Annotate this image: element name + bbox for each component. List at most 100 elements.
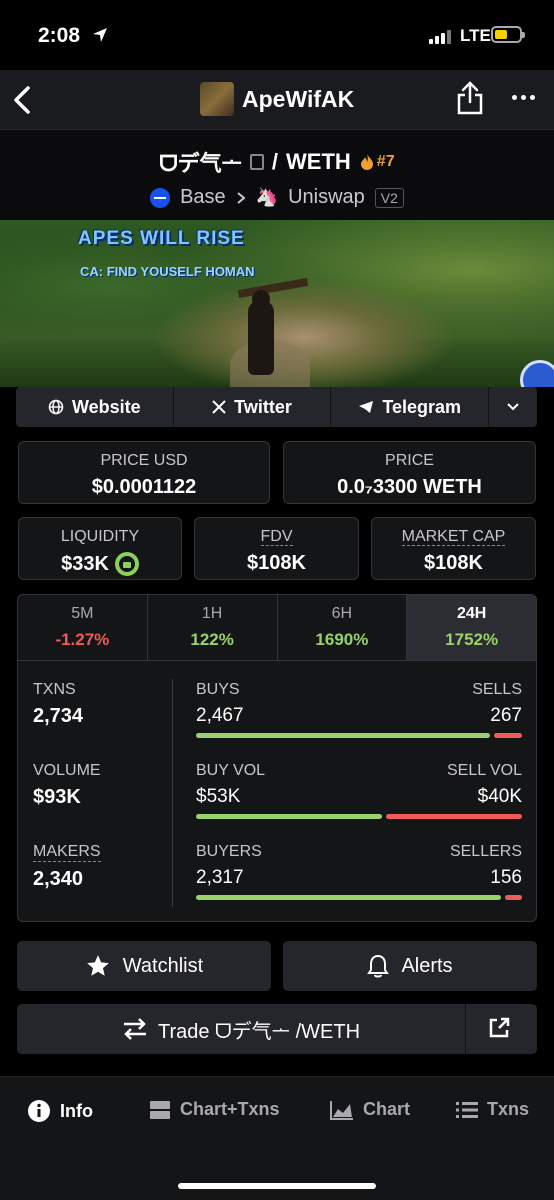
fire-icon	[360, 154, 373, 170]
makers-stat: MAKERS 2,340	[33, 843, 101, 891]
list-icon	[456, 1101, 478, 1118]
watchlist-button[interactable]: Watchlist	[17, 941, 271, 991]
website-button[interactable]: Website	[16, 387, 174, 427]
floating-scroll-button[interactable]	[520, 360, 554, 387]
buys-sells-bar	[196, 733, 522, 738]
buy-vol-bar	[196, 814, 382, 819]
nav-bar: ApeWifAK	[0, 70, 554, 130]
buyers-sellers-bar	[196, 895, 522, 900]
tab-info[interactable]: Info	[27, 1099, 93, 1123]
copy-icon[interactable]	[249, 154, 264, 170]
trade-button[interactable]: Trade ᗜデ气ᅩ /WETH	[17, 1004, 465, 1054]
pair-separator: /	[271, 149, 279, 174]
period-tabs: 5M -1.27% 1H 122% 6H 1690% 24H 1752%	[18, 595, 536, 661]
swap-arrows-icon	[123, 1018, 146, 1040]
sells-bar	[494, 733, 522, 738]
volume-label: VOLUME	[33, 762, 101, 779]
page-title: ApeWifAK	[242, 85, 355, 112]
market-cap-label[interactable]: MARKET CAP	[401, 528, 506, 546]
more-links-button[interactable]	[489, 387, 537, 427]
period-tab-5m[interactable]: 5M -1.27%	[18, 595, 148, 660]
dex-name[interactable]: Uniswap	[288, 186, 365, 209]
price-native-label: PRICE	[385, 452, 434, 469]
liquidity-card: LIQUIDITY $33K	[18, 517, 182, 580]
twitter-label: Twitter	[234, 396, 292, 417]
watchlist-label: Watchlist	[122, 954, 204, 977]
buys-value: 2,467	[196, 705, 244, 726]
period-change-1h: 122%	[190, 630, 234, 649]
buyers-bar	[196, 895, 502, 900]
market-cap-card: MARKET CAP $108K	[371, 517, 536, 580]
tab-chart[interactable]: Chart	[330, 1099, 410, 1120]
location-arrow-icon	[93, 28, 107, 42]
price-native-card: PRICE 0.0₇3300 WETH	[283, 441, 536, 504]
price-usd-value: $0.0001122	[91, 476, 197, 498]
globe-icon	[48, 399, 64, 415]
star-icon	[86, 955, 109, 976]
buyers-label: BUYERS	[196, 843, 262, 860]
base-chain-icon	[150, 187, 171, 208]
telegram-button[interactable]: Telegram	[331, 387, 490, 427]
tab-txns[interactable]: Txns	[456, 1099, 529, 1120]
fdv-value: $108K	[247, 552, 306, 574]
price-native-value: 0.0₇3300 WETH	[337, 476, 482, 498]
period-tab-6h[interactable]: 6H 1690%	[278, 595, 408, 660]
alerts-button[interactable]: Alerts	[283, 941, 537, 991]
buyers-sellers-stat: BUYERS SELLERS 2,317 156	[196, 843, 522, 900]
layout-rows-icon	[150, 1100, 170, 1119]
fdv-card: FDV $108K	[194, 517, 359, 580]
telegram-label: Telegram	[382, 396, 462, 417]
makers-label[interactable]: MAKERS	[33, 843, 101, 862]
buys-sells-stat: BUYS SELLS 2,467 267	[196, 681, 522, 738]
uniswap-unicorn-icon: 🦄	[255, 187, 279, 207]
sell-vol-value: $40K	[477, 786, 522, 807]
liquidity-value: $33K	[61, 552, 109, 575]
tab-chart-label: Chart	[363, 1099, 411, 1119]
chain-name[interactable]: Base	[180, 186, 226, 209]
tab-chart-txns-label: Chart+Txns	[180, 1099, 280, 1119]
price-usd-label: PRICE USD	[100, 452, 188, 469]
period-change-6h: 1690%	[315, 630, 369, 649]
external-link-icon[interactable]	[487, 1016, 511, 1040]
market-cap-value: $108K	[424, 552, 483, 574]
trade-divider	[465, 1004, 466, 1054]
twitter-button[interactable]: Twitter	[174, 387, 332, 427]
trade-label: Trade ᗜデ气ᅩ /WETH	[157, 1020, 361, 1043]
period-tab-24h[interactable]: 24H 1752%	[407, 595, 536, 660]
home-indicator	[178, 1183, 376, 1189]
volume-stat: VOLUME $93K	[33, 762, 101, 809]
stats-divider	[172, 679, 173, 907]
more-options-icon[interactable]	[512, 95, 535, 100]
sells-value: 267	[490, 705, 522, 726]
liquidity-lock-icon[interactable]	[114, 552, 139, 576]
social-links: Website Twitter Telegram	[16, 387, 537, 427]
tab-chart-txns[interactable]: Chart+Txns	[149, 1099, 280, 1120]
banner-subline: CA: FIND YOUSELF HOMAN	[80, 264, 255, 279]
txns-value: 2,734	[33, 705, 84, 727]
x-logo-icon	[212, 400, 226, 414]
network-type: LTE	[460, 26, 491, 45]
fdv-label[interactable]: FDV	[260, 528, 293, 546]
sell-vol-bar	[385, 814, 522, 819]
area-chart-icon	[330, 1100, 353, 1120]
buy-vol-value: $53K	[196, 786, 241, 807]
period-change-5m: -1.27%	[55, 630, 110, 649]
back-chevron-icon[interactable]	[10, 84, 34, 116]
txns-label: TXNS	[33, 681, 76, 698]
telegram-plane-icon	[359, 401, 374, 413]
base-token-symbol: ᗜデ气ᅩ	[159, 151, 242, 176]
buyers-value: 2,317	[196, 867, 244, 888]
token-header: ApeWifAK	[200, 82, 354, 116]
dex-version-badge: V2	[374, 187, 404, 208]
chevron-right-icon	[237, 191, 246, 204]
volume-split-stat: BUY VOL SELL VOL $53K $40K	[196, 762, 522, 819]
sellers-label: SELLERS	[449, 843, 522, 860]
sellers-value: 156	[490, 867, 522, 888]
banner-headline: APES WILL RISE	[78, 228, 245, 249]
period-tab-1h[interactable]: 1H 122%	[148, 595, 278, 660]
share-icon[interactable]	[456, 80, 484, 116]
trending-rank[interactable]: #7	[359, 153, 395, 171]
chevron-down-icon	[507, 403, 519, 411]
liquidity-label: LIQUIDITY	[60, 528, 140, 545]
battery-icon	[491, 26, 525, 43]
